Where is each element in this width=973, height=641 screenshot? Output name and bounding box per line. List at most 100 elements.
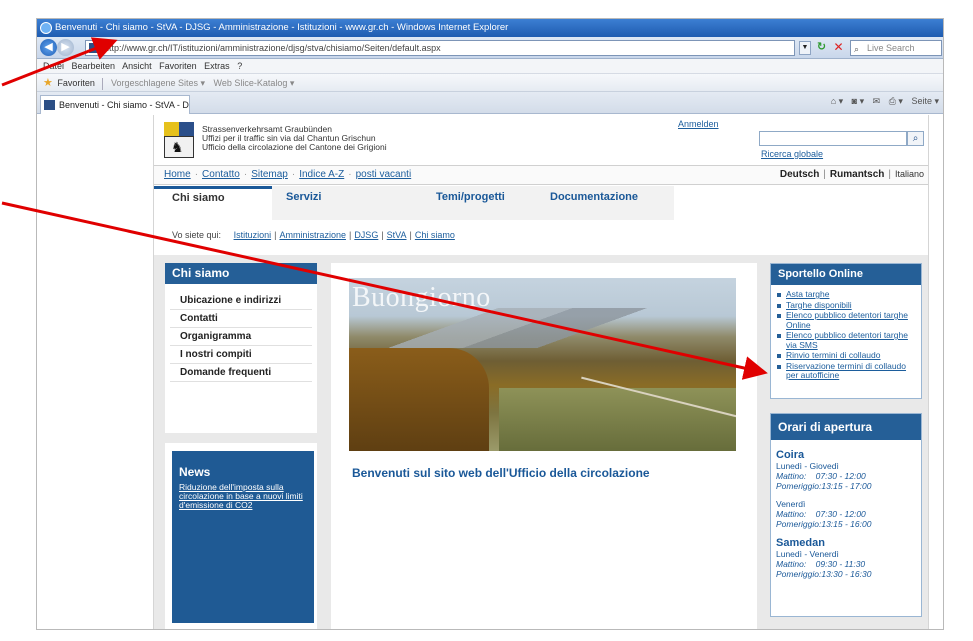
online-services-box: Sportello Online Asta targhe Targhe disp… [770, 263, 922, 399]
nav-posti-vacanti[interactable]: posti vacanti [356, 169, 412, 180]
list-item: Rinvio termini di collaudo [777, 350, 917, 361]
window-title: Benvenuti - Chi siamo - StVA - DJSG - Am… [55, 22, 509, 33]
print-icon[interactable]: ⎙ ▾ [889, 96, 903, 106]
left-navigation: Chi siamo Ubicazione e indirizzi Contatt… [165, 263, 317, 433]
left-nav-item[interactable]: Organigramma [170, 328, 312, 346]
news-link[interactable]: Riduzione dell'imposta sulla circolazion… [179, 483, 308, 510]
ibex-icon: ♞ [171, 139, 184, 155]
service-link[interactable]: Rinvio termini di collaudo [786, 350, 881, 360]
login-link[interactable]: Anmelden [678, 119, 719, 129]
address-dropdown-icon[interactable]: ▼ [799, 41, 811, 55]
breadcrumb-istituzioni[interactable]: Istituzioni [234, 230, 272, 240]
page-menu[interactable]: Seite ▾ [911, 96, 939, 106]
suggested-sites-link[interactable]: Vorgeschlagene Sites ▾ [111, 78, 205, 88]
forward-button[interactable]: ▶ [57, 39, 74, 56]
home-icon[interactable]: ⌂ ▾ [831, 96, 843, 106]
canton-logo[interactable]: ♞ [164, 122, 194, 158]
days-text: Venerdì [776, 499, 806, 509]
search-button[interactable]: ⌕ [907, 131, 924, 146]
menu-datei[interactable]: Datei [43, 61, 64, 71]
tab-temi-progetti[interactable]: Temi/progetti [402, 186, 530, 220]
live-search-input[interactable]: ⌕ Live Search [850, 40, 942, 56]
command-bar: ⌂ ▾ ◙ ▾ ✉ ⎙ ▾ Seite ▾ [825, 96, 939, 107]
nav-sitemap[interactable]: Sitemap [251, 169, 288, 180]
news-box: News Riduzione dell'imposta sulla circol… [165, 443, 317, 629]
search-icon: ⌕ [854, 44, 860, 54]
online-services-list: Asta targhe Targhe disponibili Elenco pu… [771, 285, 921, 381]
list-item: Elenco pubblico detentori targhe via SMS [777, 330, 917, 350]
tab-chi-siamo[interactable]: Chi siamo [154, 186, 272, 220]
menu-extras[interactable]: Extras [204, 61, 230, 71]
browser-tab[interactable]: Benvenuti - Chi siamo - StVA - DJSG - A.… [40, 95, 190, 114]
news-title: News [179, 465, 211, 479]
list-item: Asta targhe [777, 289, 917, 300]
favorites-button[interactable]: Favoriten [57, 78, 95, 88]
menu-help[interactable]: ? [237, 61, 242, 71]
web-slice-link[interactable]: Web Slice-Katalog ▾ [214, 78, 295, 88]
hours-text: Pomeriggio:13:15 - 16:00 [776, 519, 872, 529]
separator: | [381, 230, 384, 240]
logo-ibex-quarter: ♞ [164, 136, 194, 158]
breadcrumb-prefix: Vo siete qui: [172, 230, 222, 240]
breadcrumb-stva[interactable]: StVA [387, 230, 407, 240]
global-search-input[interactable] [759, 131, 907, 146]
left-nav-item[interactable]: Domande frequenti [170, 364, 312, 382]
left-nav-item[interactable]: I nostri compiti [170, 346, 312, 364]
back-button[interactable]: ◀ [40, 39, 57, 56]
breadcrumb-chi-siamo[interactable]: Chi siamo [415, 230, 455, 240]
nav-home[interactable]: Home [164, 169, 191, 180]
service-link[interactable]: Elenco pubblico detentori targhe Online [786, 310, 908, 330]
agency-name-it: Ufficio della circolazione del Cantone d… [202, 142, 387, 152]
service-link[interactable]: Riservazione termini di collaudo per aut… [786, 361, 906, 381]
mail-icon[interactable]: ✉ [873, 96, 881, 106]
lang-rumantsch[interactable]: Rumantsch [830, 169, 884, 180]
favorites-bar: ★ Favoriten Vorgeschlagene Sites ▾ Web S… [37, 74, 943, 92]
days-text: Lunedì - Venerdì [776, 549, 839, 559]
nav-contatto[interactable]: Contatto [202, 169, 240, 180]
stop-button[interactable]: ✕ [831, 41, 846, 55]
city-samedan: Samedan [776, 537, 825, 549]
list-item: Elenco pubblico detentori targhe Online [777, 310, 917, 330]
hero-greeting: Buongiorno [352, 282, 491, 313]
separator: | [888, 169, 891, 180]
live-search-placeholder: Live Search [867, 43, 915, 53]
left-nav-item[interactable]: Ubicazione e indirizzi [170, 292, 312, 310]
url-input[interactable]: http://www.gr.ch/IT/istituzioni/amminist… [85, 40, 795, 56]
hours-text: Mattino: 09:30 - 11:30 [776, 559, 866, 569]
city-coira: Coira [776, 449, 805, 461]
logo-blue-quarter [179, 122, 194, 136]
days-text: Lunedì - Giovedì [776, 461, 839, 471]
left-nav-list: Ubicazione e indirizzi Contatti Organigr… [165, 292, 317, 382]
hero-mountains [349, 308, 736, 348]
lang-deutsch[interactable]: Deutsch [780, 169, 819, 180]
separator: | [409, 230, 412, 240]
window-titlebar: Benvenuti - Chi siamo - StVA - DJSG - Am… [37, 19, 943, 37]
breadcrumb-djsg[interactable]: DJSG [354, 230, 378, 240]
nav-indice[interactable]: Indice A-Z [299, 169, 344, 180]
refresh-button[interactable]: ↻ [814, 41, 829, 55]
feeds-icon[interactable]: ◙ ▾ [852, 96, 864, 106]
page-viewport: ♞ Strassenverkehrsamt Graubünden Uffizi … [37, 115, 943, 629]
separator: · [194, 169, 199, 180]
service-link[interactable]: Elenco pubblico detentori targhe via SMS [786, 330, 908, 350]
opening-hours-title: Orari di apertura [771, 414, 921, 440]
breadcrumb: Vo siete qui: Istituzioni | Amministrazion… [172, 230, 455, 240]
service-link[interactable]: Targhe disponibili [786, 300, 852, 310]
menu-bearbeiten[interactable]: Bearbeiten [72, 61, 116, 71]
tab-servizi[interactable]: Servizi [272, 186, 402, 220]
left-nav-title: Chi siamo [165, 263, 317, 284]
opening-hours-box: Orari di apertura Coira Lunedì - Giovedì… [770, 413, 922, 617]
ie-logo-icon [40, 22, 52, 34]
menu-favoriten[interactable]: Favoriten [159, 61, 197, 71]
logo-yellow-quarter [164, 122, 179, 136]
service-link[interactable]: Asta targhe [786, 289, 829, 299]
favorites-star-icon[interactable]: ★ [43, 77, 53, 89]
left-nav-item[interactable]: Contatti [170, 310, 312, 328]
breadcrumb-amministrazione[interactable]: Amministrazione [279, 230, 346, 240]
tab-documentazione[interactable]: Documentazione [530, 186, 674, 220]
separator: · [348, 169, 352, 180]
global-search-link[interactable]: Ricerca globale [761, 149, 823, 159]
service-links: Home · Contatto · Sitemap · Indice A-Z · posti v… [164, 169, 411, 180]
menu-ansicht[interactable]: Ansicht [122, 61, 152, 71]
